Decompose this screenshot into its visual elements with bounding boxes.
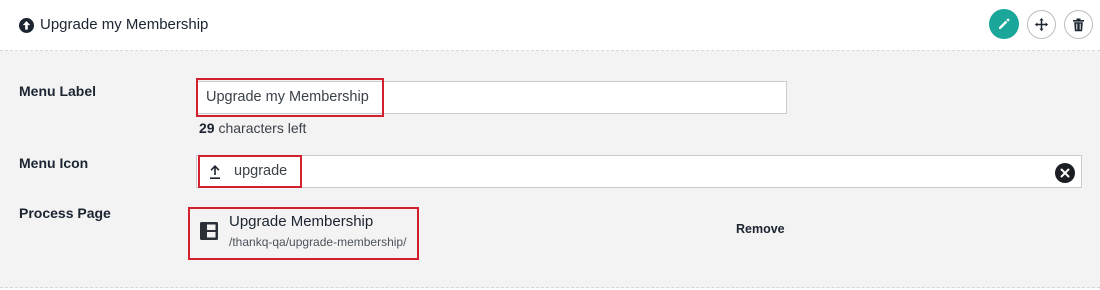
process-page-label: Process Page	[19, 205, 111, 221]
annotation-highlight-menu-label	[196, 78, 384, 117]
menu-icon-label: Menu Icon	[19, 155, 89, 171]
delete-button[interactable]	[1064, 10, 1093, 39]
trash-icon	[1073, 18, 1084, 31]
remove-page-button[interactable]: Remove	[736, 222, 785, 236]
clear-icon-button[interactable]	[1055, 163, 1075, 183]
section-header: Upgrade my Membership	[0, 0, 1100, 51]
section-title: Upgrade my Membership	[40, 16, 209, 33]
edit-button[interactable]	[989, 9, 1019, 39]
menu-item-form: Menu Label Upgrade my Membership 29 char…	[0, 51, 1100, 288]
annotation-highlight-menu-icon	[198, 155, 302, 188]
annotation-highlight-process-page	[188, 207, 419, 260]
close-icon	[1060, 168, 1070, 178]
arrow-up-circle-icon	[19, 17, 34, 33]
pencil-icon	[999, 18, 1010, 29]
characters-left-text: characters left	[218, 120, 307, 136]
characters-left-counter: 29 characters left	[199, 120, 306, 136]
characters-left-count: 29	[199, 120, 215, 136]
menu-label-label: Menu Label	[19, 83, 97, 99]
move-button[interactable]	[1027, 10, 1056, 39]
move-arrows-icon	[1034, 17, 1049, 32]
menu-icon-input[interactable]: upgrade	[196, 155, 1082, 188]
header-title-group: Upgrade my Membership	[19, 15, 208, 35]
